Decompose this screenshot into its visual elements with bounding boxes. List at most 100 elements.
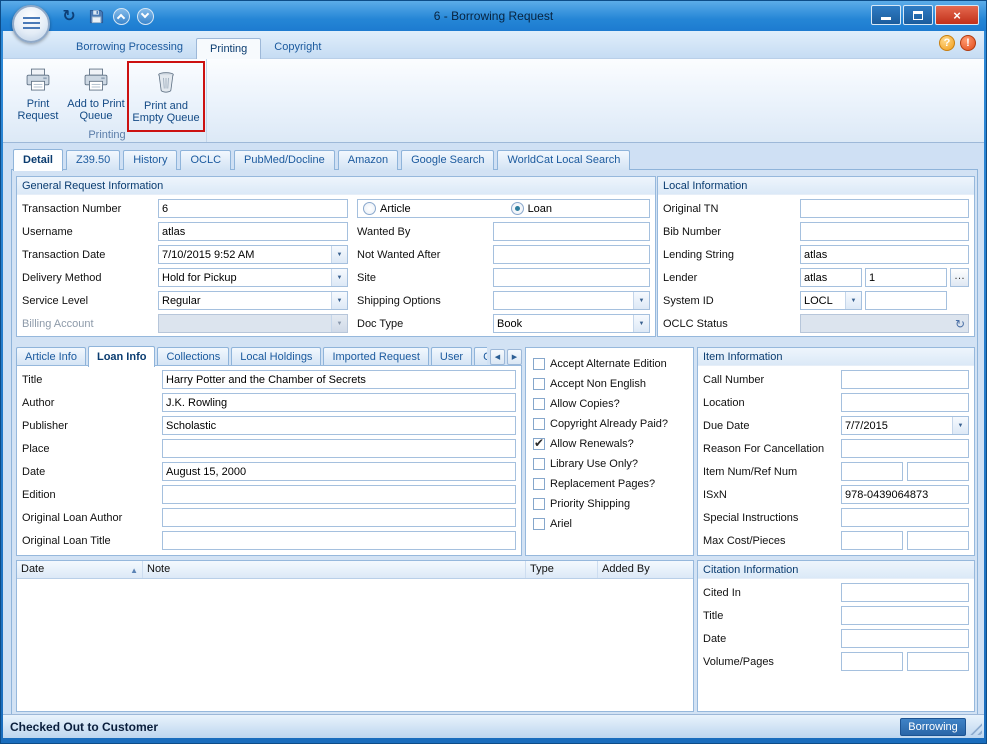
item-num-field[interactable] (841, 462, 903, 481)
transaction-date-combo[interactable]: 7/10/2015 9:52 AM ▼ (158, 245, 348, 264)
bib-number-field[interactable] (800, 222, 969, 241)
isxn-field[interactable]: 978-0439064873 (841, 485, 969, 504)
oclc-refresh-icon[interactable]: ↻ (955, 316, 965, 332)
transaction-number-field[interactable]: 6 (158, 199, 348, 218)
checkbox-allow-copies[interactable]: Allow Copies? (533, 394, 693, 414)
maximize-button[interactable] (903, 5, 933, 25)
system-id-field[interactable] (865, 291, 947, 310)
about-icon[interactable]: ! (960, 35, 976, 51)
tab-scroll-right-button[interactable]: ▶ (507, 348, 522, 365)
delivery-method-combo[interactable]: Hold for Pickup ▼ (158, 268, 348, 287)
dropdown-arrow-icon[interactable]: ▼ (633, 315, 649, 332)
checkbox-ariel[interactable]: Ariel (533, 514, 693, 534)
tab-article-info[interactable]: Article Info (16, 347, 86, 366)
citation-date-field[interactable] (841, 629, 969, 648)
ref-num-field[interactable] (907, 462, 969, 481)
save-button[interactable] (86, 6, 106, 26)
loan-radio[interactable] (510, 202, 524, 215)
print-request-button[interactable]: Print Request (12, 63, 64, 122)
checkbox-library-use-only[interactable]: Library Use Only? (533, 454, 693, 474)
refresh-button[interactable]: ↻ (59, 6, 79, 26)
publisher-field[interactable]: Scholastic (162, 416, 516, 435)
tab-loan-info[interactable]: Loan Info (87, 346, 156, 367)
tab-collections[interactable]: Collections (157, 347, 230, 366)
tab-imported-request[interactable]: Imported Request (323, 347, 429, 366)
citation-title-field[interactable] (841, 606, 969, 625)
column-header-type[interactable]: Type (526, 561, 598, 578)
reason-for-cancellation-field[interactable] (841, 439, 969, 458)
tab-oclc[interactable]: OCLC (180, 150, 232, 170)
tab-local-holdings[interactable]: Local Holdings (231, 347, 322, 366)
tab-scroll-left-button[interactable]: ◀ (490, 348, 505, 365)
close-button[interactable]: × (935, 5, 979, 25)
original-loan-title-field[interactable] (162, 531, 516, 550)
service-level-combo[interactable]: Regular ▼ (158, 291, 348, 310)
dropdown-arrow-icon[interactable]: ▼ (331, 292, 347, 309)
pieces-field[interactable] (907, 531, 969, 550)
tab-detail[interactable]: Detail (13, 149, 63, 171)
lender-count-field[interactable]: 1 (865, 268, 947, 287)
due-date-combo[interactable]: 7/7/2015 ▼ (841, 416, 969, 435)
lending-string-field[interactable]: atlas (800, 245, 969, 264)
lender-browse-button[interactable]: … (950, 268, 969, 287)
wanted-by-field[interactable] (493, 222, 650, 241)
app-menu-button[interactable] (12, 5, 50, 43)
ribbon-expand-button[interactable] (137, 7, 154, 25)
checkbox-allow-renewals[interactable]: Allow Renewals? (533, 434, 693, 454)
location-field[interactable] (841, 393, 969, 412)
column-header-note[interactable]: Note (143, 561, 526, 578)
max-cost-field[interactable] (841, 531, 903, 550)
site-field[interactable] (493, 268, 650, 287)
ribbon-collapse-button[interactable] (113, 7, 130, 25)
module-badge[interactable]: Borrowing (900, 717, 966, 736)
help-icon[interactable]: ? (939, 35, 955, 51)
resize-grip[interactable] (969, 722, 982, 735)
ribbon-tab-borrowing-processing[interactable]: Borrowing Processing (63, 37, 196, 58)
notes-table-body[interactable] (17, 579, 693, 712)
doc-type-combo[interactable]: Book ▼ (493, 314, 650, 333)
dropdown-arrow-icon[interactable]: ▼ (845, 292, 861, 309)
dropdown-arrow-icon[interactable]: ▼ (952, 417, 968, 434)
tab-google-search[interactable]: Google Search (401, 150, 495, 170)
lender-field[interactable]: atlas (800, 268, 862, 287)
print-and-empty-queue-button[interactable]: Print and Empty Queue (127, 61, 205, 132)
column-header-date[interactable]: Date ▲ (17, 561, 143, 578)
username-field[interactable]: atlas (158, 222, 348, 241)
author-field[interactable]: J.K. Rowling (162, 393, 516, 412)
special-instructions-field[interactable] (841, 508, 969, 527)
tab-pubmed-docline[interactable]: PubMed/Docline (234, 150, 335, 170)
checkbox-label: Replacement Pages? (550, 478, 656, 490)
column-header-added-by[interactable]: Added By (598, 561, 693, 578)
pages-field[interactable] (907, 652, 969, 671)
checkbox-copyright-already-paid[interactable]: Copyright Already Paid? (533, 414, 693, 434)
tab-history[interactable]: History (123, 150, 178, 170)
system-id-combo[interactable]: LOCL ▼ (800, 291, 862, 310)
call-number-field[interactable] (841, 370, 969, 389)
original-tn-field[interactable] (800, 199, 969, 218)
tab-z3950[interactable]: Z39.50 (65, 150, 121, 170)
shipping-options-combo[interactable]: ▼ (493, 291, 650, 310)
dropdown-arrow-icon[interactable]: ▼ (331, 269, 347, 286)
checkbox-priority-shipping[interactable]: Priority Shipping (533, 494, 693, 514)
add-to-print-queue-button[interactable]: Add to Print Queue (66, 63, 126, 122)
title-field[interactable]: Harry Potter and the Chamber of Secrets (162, 370, 516, 389)
tab-worldcat-local-search[interactable]: WorldCat Local Search (497, 150, 631, 170)
article-radio[interactable] (363, 202, 376, 215)
dropdown-arrow-icon[interactable]: ▼ (633, 292, 649, 309)
dropdown-arrow-icon[interactable]: ▼ (331, 246, 347, 263)
minimize-button[interactable] (871, 5, 901, 25)
checkbox-accept-non-english[interactable]: Accept Non English (533, 374, 693, 394)
place-field[interactable] (162, 439, 516, 458)
cited-in-field[interactable] (841, 583, 969, 602)
tab-amazon[interactable]: Amazon (337, 150, 399, 170)
checkbox-replacement-pages[interactable]: Replacement Pages? (533, 474, 693, 494)
ribbon-tab-copyright[interactable]: Copyright (261, 37, 334, 58)
checkbox-accept-alternate-edition[interactable]: Accept Alternate Edition (533, 354, 693, 374)
not-wanted-after-field[interactable] (493, 245, 650, 264)
date-field[interactable]: August 15, 2000 (162, 462, 516, 481)
volume-field[interactable] (841, 652, 903, 671)
edition-field[interactable] (162, 485, 516, 504)
tab-user[interactable]: User (430, 347, 473, 366)
ribbon-tab-printing[interactable]: Printing (196, 38, 262, 59)
original-loan-author-field[interactable] (162, 508, 516, 527)
